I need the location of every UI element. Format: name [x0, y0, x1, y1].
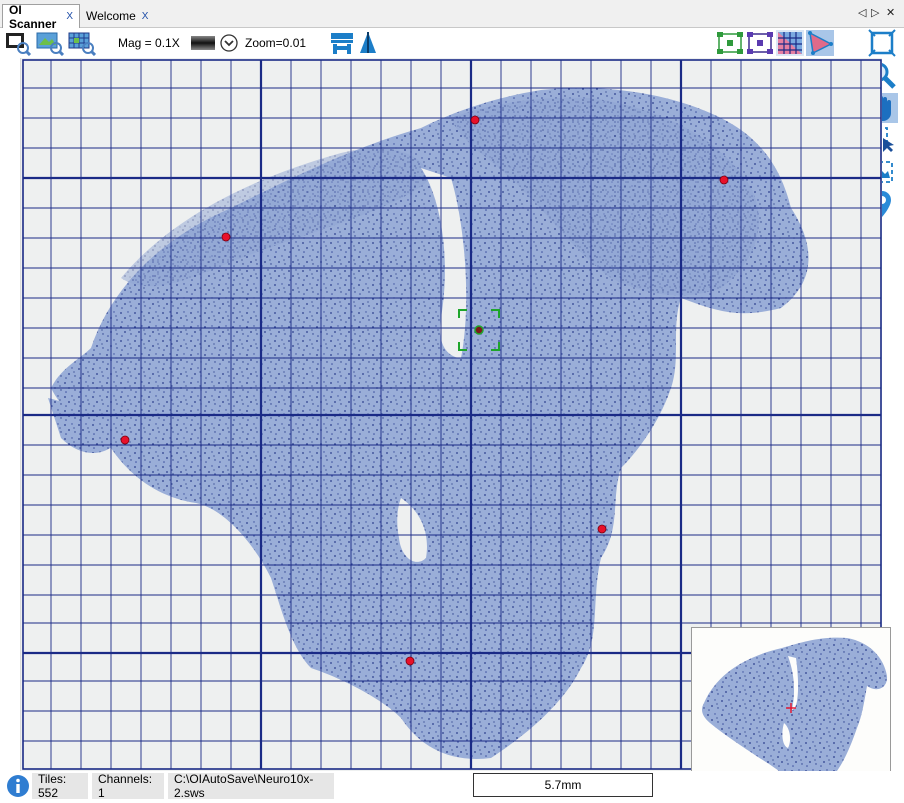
- focus-point: [221, 232, 231, 242]
- focus-point: [120, 435, 130, 445]
- status-bar: Tiles: 552 Channels: 1 C:\OIAutoSave\Neu…: [0, 771, 904, 803]
- zoom-label: Zoom=0.01: [245, 36, 307, 50]
- scan-image-icon[interactable]: [36, 30, 64, 56]
- scanner-tray-icon[interactable]: [328, 30, 356, 56]
- grid-select-green-icon[interactable]: [716, 30, 744, 56]
- focus-point: [719, 175, 729, 185]
- focus-point: [405, 656, 415, 666]
- magnification-label: Mag = 0.1X: [118, 36, 180, 50]
- tab-oi-scanner[interactable]: OI Scanner X: [2, 2, 80, 31]
- grid-select-purple-icon[interactable]: [746, 30, 774, 56]
- tiles-count: Tiles: 552: [32, 772, 88, 800]
- scale-bar: 5.7mm: [473, 773, 653, 797]
- slide-overview-thumbnail[interactable]: [691, 627, 891, 794]
- tab-label: OI Scanner: [9, 2, 57, 31]
- tab-welcome[interactable]: Welcome X: [80, 4, 150, 28]
- grid-fill-icon[interactable]: [776, 30, 804, 56]
- triangle-flag-icon[interactable]: [354, 30, 382, 56]
- tab-scroll-left-icon[interactable]: ◁: [858, 6, 866, 19]
- tab-label: Welcome: [86, 9, 136, 23]
- region-triangle-icon[interactable]: [806, 30, 834, 56]
- channels-count: Channels: 1: [92, 772, 164, 800]
- tab-close-icon[interactable]: X: [66, 11, 73, 22]
- info-icon[interactable]: [6, 774, 30, 798]
- objective-slider-icon[interactable]: [188, 30, 218, 56]
- scan-grid-icon[interactable]: [68, 30, 96, 56]
- focus-point: [470, 115, 480, 125]
- tab-close-icon[interactable]: X: [142, 11, 149, 22]
- focus-point: [597, 524, 607, 534]
- chevron-down-icon[interactable]: [216, 30, 242, 56]
- tab-scroll-right-icon[interactable]: ▷: [871, 6, 879, 19]
- window-close-icon[interactable]: ✕: [886, 6, 895, 19]
- oi-scanner-app: OI Scanner X Welcome X ◁ ▷ ✕ Mag = 0.1X …: [0, 0, 904, 803]
- file-path: C:\OIAutoSave\Neuro10x-2.sws: [168, 772, 334, 800]
- toolbar: Mag = 0.1X Zoom=0.01: [0, 28, 904, 58]
- fit-frame-icon[interactable]: [866, 28, 898, 58]
- tab-strip: OI Scanner X Welcome X ◁ ▷ ✕: [0, 0, 904, 31]
- scan-overview-icon[interactable]: [4, 30, 32, 56]
